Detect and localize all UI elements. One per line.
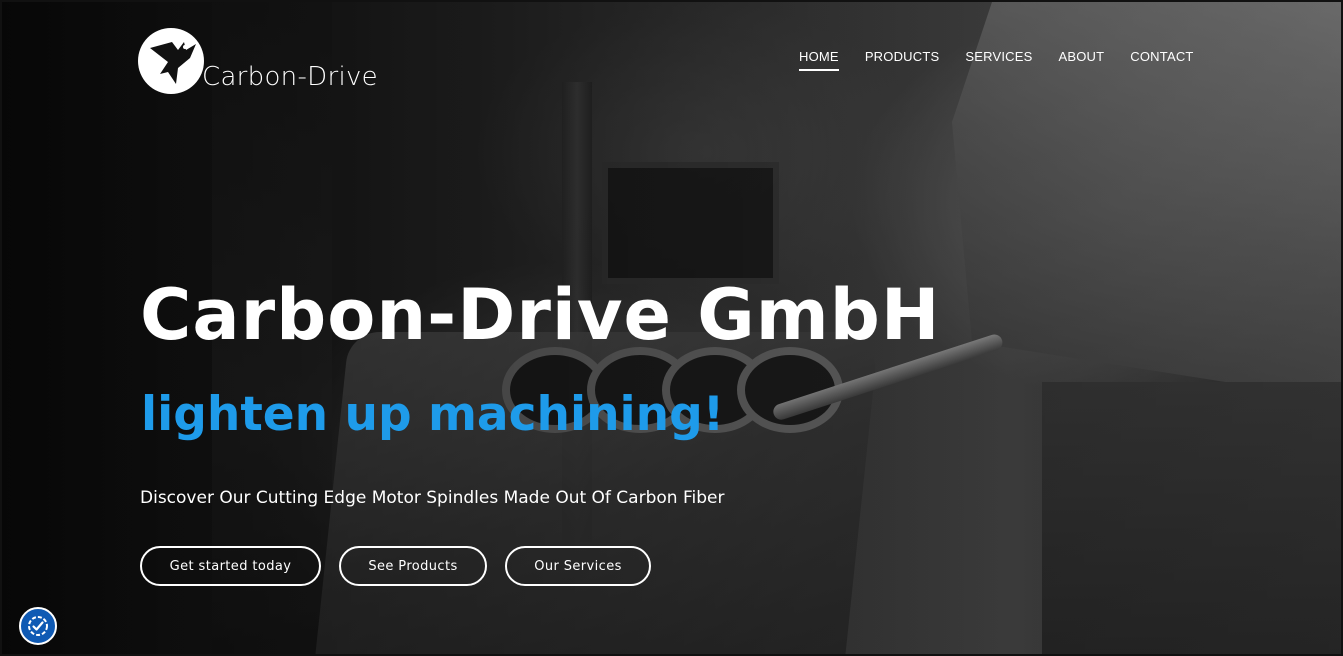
site-logo[interactable]: Carbon-Drive: [138, 24, 378, 94]
nav-item-about[interactable]: ABOUT: [1058, 49, 1104, 71]
main-nav: HOME PRODUCTS SERVICES ABOUT CONTACT: [799, 49, 1194, 71]
page-frame: Carbon-Drive HOME PRODUCTS SERVICES ABOU…: [0, 0, 1343, 656]
hummingbird-logo-icon: [138, 28, 204, 94]
nav-item-home[interactable]: HOME: [799, 49, 839, 71]
hero-tagline: lighten up machining!: [141, 387, 725, 442]
see-products-button[interactable]: See Products: [339, 546, 487, 586]
nav-item-contact[interactable]: CONTACT: [1130, 49, 1193, 71]
hero-subtitle: Discover Our Cutting Edge Motor Spindles…: [140, 488, 725, 508]
brand-name: Carbon-Drive: [202, 62, 378, 92]
nav-item-products[interactable]: PRODUCTS: [865, 49, 940, 71]
nav-item-services[interactable]: SERVICES: [965, 49, 1032, 71]
hero-cta-group: Get started today See Products Our Servi…: [140, 546, 651, 586]
get-started-button[interactable]: Get started today: [140, 546, 321, 586]
our-services-button[interactable]: Our Services: [505, 546, 651, 586]
accessibility-button[interactable]: [19, 607, 57, 645]
hero-title: Carbon-Drive GmbH: [140, 274, 941, 356]
accessibility-icon: [28, 616, 48, 636]
